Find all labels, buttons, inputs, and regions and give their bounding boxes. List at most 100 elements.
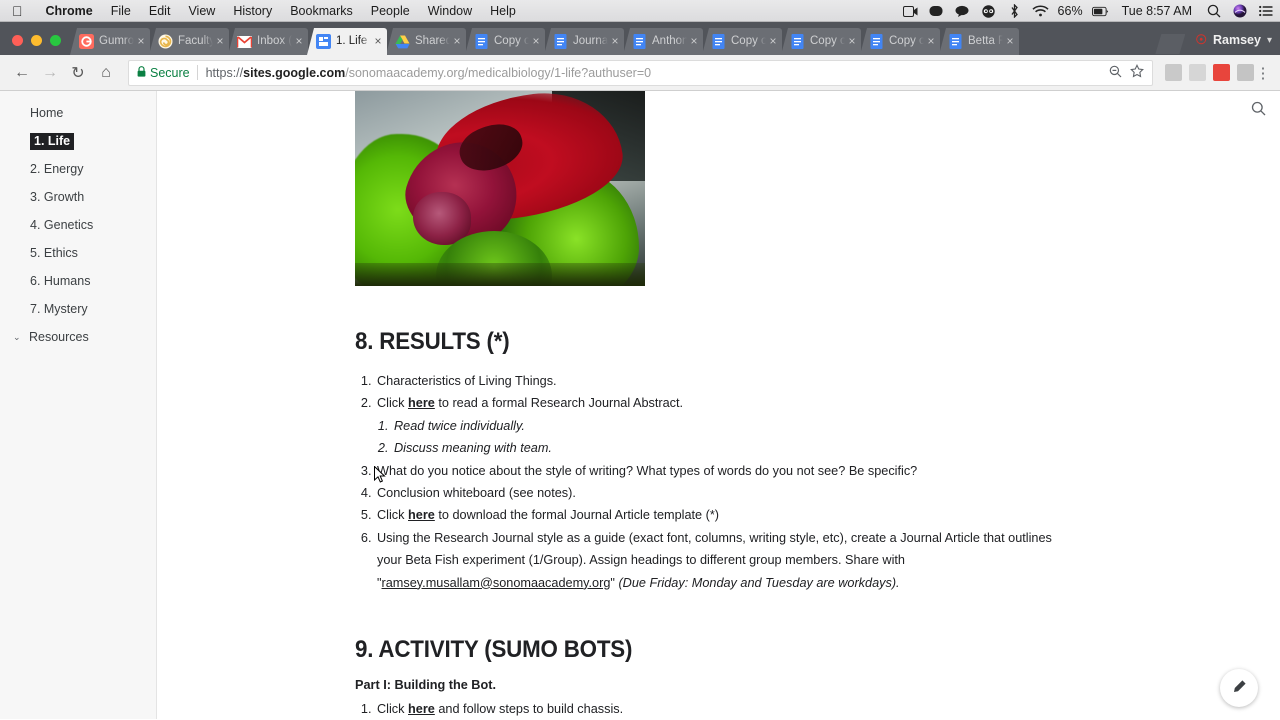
tab-title: Anthon [652,35,687,47]
tab-title: Shared [415,35,450,47]
google-docs-icon [553,34,568,49]
list-item: Click here to download the formal Journa… [375,504,1075,526]
menu-history[interactable]: History [224,4,281,18]
tab-close-icon[interactable]: × [134,28,148,55]
menu-view[interactable]: View [179,4,224,18]
browser-tab[interactable]: Copy o × [781,28,861,55]
sidebar-item-1-life[interactable]: 1. Life [0,127,156,155]
sidebar-item-3-growth[interactable]: 3. Growth [0,183,156,211]
sidebar-item-7-mystery[interactable]: 7. Mystery [0,295,156,323]
sidebar-item-6-humans[interactable]: 6. Humans [0,267,156,295]
menu-bookmarks[interactable]: Bookmarks [281,4,362,18]
edit-site-button[interactable] [1220,669,1258,707]
email-link[interactable]: ramsey.musallam@sonomaacademy.org [382,576,611,590]
menubar-status-area: 66% Tue 8:57 AM [902,0,1274,22]
address-bar[interactable]: Secure https://sites.google.com/sonomaac… [128,59,1153,86]
sidebar-item-label: Home [30,106,64,120]
screen-recording-icon[interactable] [902,4,919,19]
new-tab-button[interactable] [1155,34,1185,54]
tab-title: 1. Life [336,35,368,47]
camera-icon[interactable] [928,4,945,19]
notification-center-icon[interactable] [1257,4,1274,19]
tab-close-icon[interactable]: × [371,28,385,55]
browser-tab[interactable]: Journal × [544,28,624,55]
browser-tab[interactable]: Shared × [386,28,466,55]
browser-tab[interactable]: Copy o × [702,28,782,55]
window-minimize-button[interactable] [31,35,42,46]
spotlight-search-icon[interactable] [1205,4,1222,19]
wifi-icon[interactable] [1032,4,1049,19]
forward-button[interactable]: → [36,59,64,87]
tab-close-icon[interactable]: × [292,28,306,55]
chassis-link[interactable]: here [408,702,435,716]
search-icon[interactable] [1251,101,1266,119]
list-item-text: Characteristics of Living Things. [377,374,557,388]
sidebar-item-home[interactable]: Home [0,99,156,127]
pocket-extension-icon[interactable] [1237,64,1254,81]
tab-close-icon[interactable]: × [845,28,859,55]
screencastify-extension-icon[interactable] [1213,64,1230,81]
ninja-icon[interactable] [980,4,997,19]
menu-file[interactable]: File [102,4,140,18]
colorzilla-extension-icon[interactable] [1165,64,1182,81]
google-sites-icon [316,34,331,49]
browser-tab[interactable]: Anthon × [623,28,703,55]
menu-window[interactable]: Window [419,4,481,18]
tab-title: Gumroa [99,35,134,47]
url-scheme: https:// [205,65,244,80]
zoom-out-icon[interactable] [1104,65,1126,81]
sidebar-item-label: Resources [29,330,89,344]
browser-tab[interactable]: Betta F × [939,28,1019,55]
section-heading-activity: 9. ACTIVITY (SUMO BOTS) [355,636,633,664]
sidebar-item-4-genetics[interactable]: 4. Genetics [0,211,156,239]
menu-edit[interactable]: Edit [140,4,180,18]
sidebar-item-5-ethics[interactable]: 5. Ethics [0,239,156,267]
sidebar-item-2-energy[interactable]: 2. Energy [0,155,156,183]
tab-close-icon[interactable]: × [766,28,780,55]
menu-help[interactable]: Help [481,4,525,18]
sidebar-item-label: 1. Life [30,133,75,150]
browser-tab[interactable]: Inbox (3× [228,28,308,55]
menubar-clock[interactable]: Tue 8:57 AM [1118,4,1196,18]
browser-tab[interactable]: Faculty × [149,28,229,55]
google-docs-icon [632,34,647,49]
browser-tab[interactable]: Gumroa× [70,28,150,55]
tab-close-icon[interactable]: × [1003,28,1017,55]
battery-icon[interactable] [1091,4,1109,19]
profile-chip[interactable]: ☉ Ramsey ▾ [1185,32,1280,55]
gumroad-icon [79,34,94,49]
abstract-link[interactable]: here [408,396,435,410]
tab-close-icon[interactable]: × [529,28,543,55]
results-sublist: Read twice individually. Discuss meaning… [392,415,1075,460]
list-item-text: Read twice individually. [394,418,525,433]
tab-close-icon[interactable]: × [608,28,622,55]
back-button[interactable]: ← [8,59,36,87]
chevron-down-icon[interactable]: ⌄ [13,332,23,343]
menu-people[interactable]: People [362,4,419,18]
apple-logo-icon[interactable]:  [12,4,23,18]
home-button[interactable]: ⌂ [92,59,120,87]
tab-close-icon[interactable]: × [924,28,938,55]
browser-tab[interactable]: Copy o × [465,28,545,55]
star-icon[interactable] [1126,64,1148,81]
chat-bubble-icon[interactable] [954,4,971,19]
window-zoom-button[interactable] [50,35,61,46]
bluetooth-icon[interactable] [1006,4,1023,19]
browser-tab-strip: Gumroa×Faculty×Inbox (3×1. Life×Shared×C… [0,22,1280,55]
list-item-text: Discuss meaning with team. [394,441,552,456]
sidebar-item-resources[interactable]: ⌄ Resources [0,323,156,351]
menu-chrome[interactable]: Chrome [37,4,102,18]
browser-tab[interactable]: Copy o × [860,28,940,55]
window-close-button[interactable] [12,35,23,46]
chrome-menu-button[interactable]: ⋮ [1254,64,1272,82]
template-download-link[interactable]: here [408,508,435,522]
url-domain: sites.google.com [243,65,346,80]
browser-tab-active[interactable]: 1. Life × [307,28,387,55]
sidebar-item-label: 7. Mystery [30,302,88,316]
google-drive-extension-icon[interactable] [1189,64,1206,81]
reload-button[interactable]: ↻ [64,59,92,87]
tab-close-icon[interactable]: × [450,28,464,55]
siri-icon[interactable] [1231,4,1248,19]
tab-close-icon[interactable]: × [213,28,227,55]
tab-close-icon[interactable]: × [687,28,701,55]
